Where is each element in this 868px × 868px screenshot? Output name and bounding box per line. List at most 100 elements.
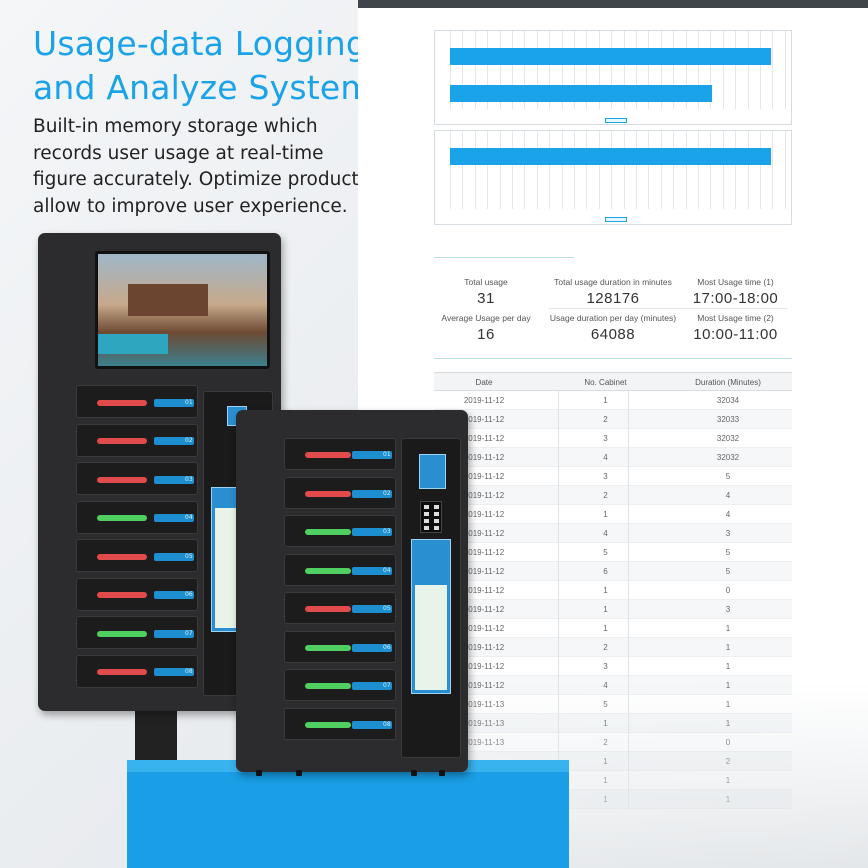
- chart-grid-line: [710, 131, 712, 209]
- kiosk-foot: [296, 770, 302, 776]
- table-row: 2019-11-12 1 4: [434, 505, 792, 524]
- cell-duration: 1: [725, 776, 731, 785]
- charging-slot[interactable]: 04: [284, 553, 396, 586]
- table-row: 2019-11-13 2 0: [434, 733, 792, 752]
- charging-slot[interactable]: 08: [76, 654, 198, 688]
- slot-status-led: [305, 567, 351, 574]
- most-usage-time1-value: 17:00-18:00: [692, 290, 779, 307]
- table-column-divider: [628, 600, 629, 619]
- table-column-divider: [628, 467, 629, 486]
- table-row: 2019-11-12 4 32032: [434, 448, 792, 467]
- charging-slot[interactable]: 04: [76, 500, 198, 534]
- chart-grid-line: [574, 131, 575, 209]
- slot-status-led: [97, 630, 147, 637]
- table-row: 2019-11-13 1 1: [434, 714, 792, 733]
- table-column-divider: [558, 448, 559, 467]
- chart-grid-line: [499, 131, 501, 209]
- slot-number: 06: [185, 591, 193, 598]
- chart-grid-line: [462, 131, 464, 209]
- description-line4: allow to improve user experience.: [33, 195, 348, 217]
- table-column-divider: [628, 790, 629, 809]
- slot-status-led: [305, 452, 351, 458]
- charging-slot[interactable]: 05: [284, 592, 396, 624]
- cell-cabinet: 4: [603, 453, 608, 462]
- total-duration-value: 128176: [586, 290, 640, 307]
- slot-number: 03: [185, 475, 193, 483]
- avg-usage-label: Average Usage per day: [441, 313, 531, 323]
- chart-grid-line: [598, 131, 600, 209]
- most-usage-time2-value: 10:00-11:00: [693, 326, 778, 343]
- charging-slot[interactable]: 03: [284, 515, 396, 547]
- slot-status-led: [97, 669, 147, 675]
- table-column-divider: [628, 581, 629, 600]
- table-row: 2019-11-12 3 5: [434, 467, 792, 486]
- table-column-divider: [628, 486, 629, 505]
- charging-slot[interactable]: 08: [284, 707, 396, 740]
- chart-card-2: [434, 130, 792, 225]
- charging-slot[interactable]: 01: [284, 438, 396, 470]
- table-column-divider: [628, 657, 629, 676]
- small-instruction-panel: [415, 585, 447, 690]
- charging-slot[interactable]: 05: [76, 539, 198, 572]
- table-column-divider: [558, 657, 559, 676]
- charging-slot[interactable]: 03: [76, 462, 198, 495]
- slot-status-led: [305, 490, 351, 497]
- charging-slot[interactable]: 06: [284, 630, 396, 663]
- table-column-divider: [628, 562, 629, 581]
- cell-cabinet: 1: [603, 396, 608, 405]
- keypad[interactable]: [420, 501, 442, 533]
- kiosk-small: 01 02 03 04 05 06 07 08: [236, 410, 468, 776]
- slot-number: 07: [185, 629, 193, 637]
- slot-status-led: [97, 438, 147, 444]
- duration-per-day-value: 64088: [590, 326, 636, 343]
- table-column-divider: [628, 619, 629, 638]
- cell-cabinet: 1: [603, 605, 608, 614]
- cell-duration: 3: [725, 605, 731, 614]
- chart-grid-line: [784, 31, 786, 109]
- table-column-divider: [558, 562, 559, 581]
- chart-card-1: [434, 30, 792, 125]
- chart-grid-line: [512, 131, 513, 209]
- dashboard-topbar: [358, 0, 868, 8]
- charging-slot[interactable]: 02: [284, 476, 396, 509]
- usage-table: Date No. Cabinet Duration (Minutes) 2019…: [434, 372, 792, 809]
- chart-grid-line: [623, 131, 625, 209]
- chart-bar: [450, 48, 771, 65]
- table-row: 2019-11-12 4 3: [434, 524, 792, 543]
- kiosk-foot: [256, 770, 262, 776]
- table-column-divider: [628, 543, 629, 562]
- chart-grid-line: [772, 31, 774, 109]
- charging-slot[interactable]: 06: [76, 577, 198, 611]
- table-row: 2019-11-12 4 1: [434, 676, 792, 695]
- table-column-divider: [558, 505, 559, 524]
- table-row: 2019-11-12 2 32033: [434, 410, 792, 429]
- chart-grid-line: [586, 131, 588, 209]
- slot-number: 04: [383, 566, 391, 574]
- slot-status-led: [305, 606, 351, 612]
- slot-status-led: [97, 592, 147, 598]
- table-column-divider: [628, 733, 629, 752]
- cell-cabinet: 1: [603, 719, 608, 728]
- key: [434, 505, 439, 509]
- table-body: 2019-11-12 1 32034 2019-11-12 2 32033 2019-11-…: [434, 391, 792, 809]
- chart-grid-line: [747, 31, 749, 109]
- chart-grid-line: [549, 131, 551, 209]
- table-column-divider: [628, 695, 629, 714]
- slot-number: 03: [383, 528, 391, 535]
- key: [434, 512, 439, 516]
- charging-slot[interactable]: 02: [76, 423, 198, 457]
- table-column-divider: [628, 714, 629, 733]
- key: [424, 526, 429, 530]
- table-header: Date No. Cabinet Duration (Minutes): [434, 372, 792, 391]
- charging-slot[interactable]: 07: [76, 616, 198, 649]
- avg-usage-value: 16: [477, 326, 495, 343]
- key: [434, 519, 439, 523]
- headline-title-line2: and Analyze System: [33, 68, 373, 107]
- description-line1: Built-in memory storage which: [33, 116, 318, 137]
- duration-per-day-label: Usage duration per day (minutes): [549, 313, 677, 323]
- slot-number: 01: [185, 398, 193, 406]
- charging-slot[interactable]: 07: [284, 669, 396, 701]
- charging-slot[interactable]: 01: [76, 385, 198, 418]
- chart-grid-line: [747, 131, 749, 209]
- cell-cabinet: 1: [603, 757, 608, 766]
